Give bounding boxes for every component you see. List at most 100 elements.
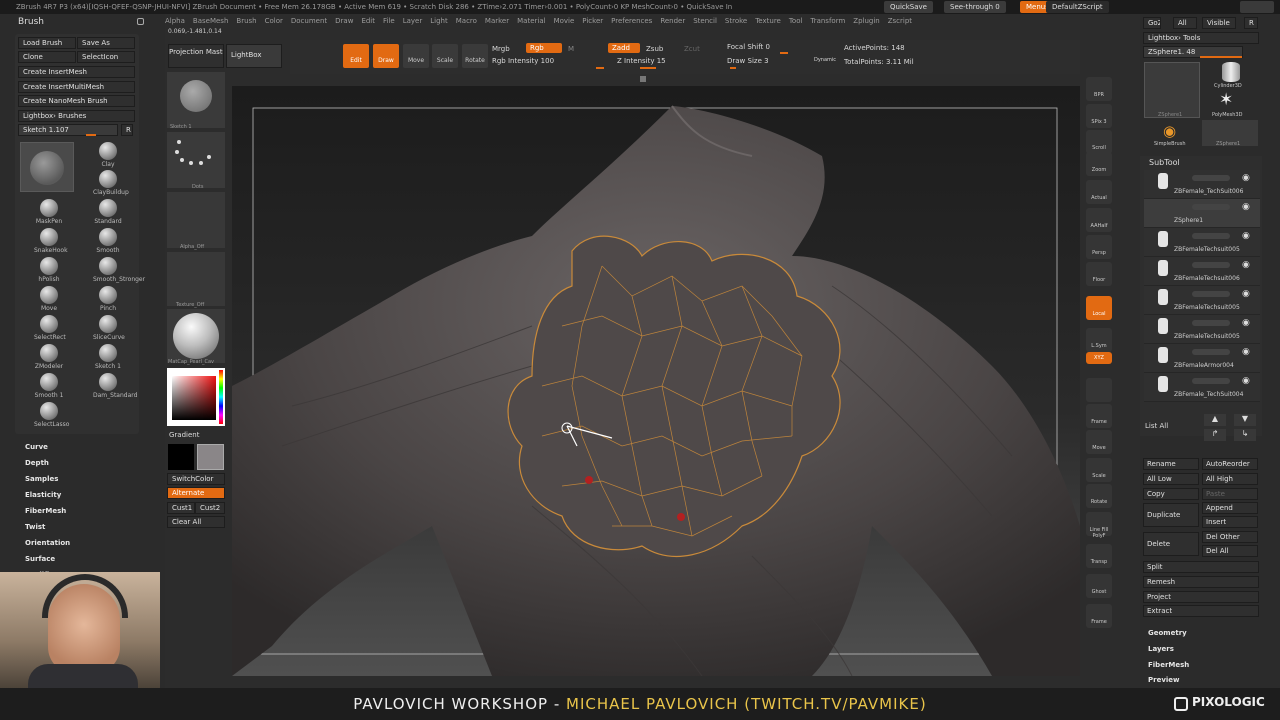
menu-draw[interactable]: Draw xyxy=(335,17,353,25)
clone-button[interactable]: Clone xyxy=(18,51,76,63)
menu-preferences[interactable]: Preferences xyxy=(611,17,652,25)
del-other-button[interactable]: Del Other xyxy=(1202,531,1258,543)
default-zscript-button[interactable]: DefaultZScript xyxy=(1046,1,1109,13)
menu-movie[interactable]: Movie xyxy=(554,17,575,25)
copy-button[interactable]: Copy xyxy=(1143,488,1199,500)
brush-hpolish[interactable]: hPolish xyxy=(34,257,64,283)
menu-color[interactable]: Color xyxy=(265,17,283,25)
insert-button[interactable]: Insert xyxy=(1202,516,1258,528)
create-insertmesh-button[interactable]: Create InsertMesh xyxy=(18,66,135,78)
visibility-eye-icon[interactable]: ◉ xyxy=(1242,289,1250,299)
project-menu[interactable]: Project xyxy=(1143,591,1259,603)
visibility-eye-icon[interactable]: ◉ xyxy=(1242,260,1250,270)
all-low-button[interactable]: All Low xyxy=(1143,473,1199,485)
subtool-item[interactable]: ◉ ZBFemale_TechSuit004 xyxy=(1144,373,1260,402)
shelf-sym-toggle[interactable] xyxy=(1086,378,1112,402)
brush-selectrect[interactable]: SelectRect xyxy=(34,315,66,341)
menu-texture[interactable]: Texture xyxy=(755,17,781,25)
preview-menu[interactable]: Preview xyxy=(1148,676,1180,684)
all-high-button[interactable]: All High xyxy=(1202,473,1258,485)
append-button[interactable]: Append xyxy=(1202,502,1258,514)
shelf-spix-3[interactable]: SPix 3 xyxy=(1086,104,1112,128)
projection-master-button[interactable]: Projection Master xyxy=(168,44,224,68)
menu-picker[interactable]: Picker xyxy=(582,17,603,25)
shelf-transp[interactable]: Transp xyxy=(1086,544,1112,568)
polymesh-star-icon[interactable]: ✶ xyxy=(1219,90,1233,110)
duplicate-button[interactable]: Duplicate xyxy=(1143,503,1199,527)
move-down-icon[interactable]: ▼ xyxy=(1234,414,1256,426)
subtool-item[interactable]: ◉ ZBFemaleTechsuit005 xyxy=(1144,228,1260,257)
draw-size-slider[interactable]: Draw Size 3 xyxy=(727,57,769,65)
subtool-item[interactable]: ◉ ZBFemale_TechSuit006 xyxy=(1144,170,1260,199)
menu-depth[interactable]: Depth xyxy=(25,459,49,467)
menu-tool[interactable]: Tool xyxy=(789,17,803,25)
shelf-local[interactable]: Local xyxy=(1086,296,1112,320)
shelf-bpr[interactable]: BPR xyxy=(1086,77,1112,101)
subtool-item[interactable]: ◉ ZBFemaleArmor004 xyxy=(1144,344,1260,373)
dynamic-toggle[interactable]: Dynamic xyxy=(814,57,836,63)
brush-smooth[interactable]: Smooth xyxy=(93,228,123,254)
color-picker-square[interactable] xyxy=(172,376,216,420)
shelf-xyz[interactable]: XYZ xyxy=(1086,352,1112,364)
secondary-color-swatch[interactable] xyxy=(197,444,224,470)
zcut-button[interactable]: Zcut xyxy=(684,45,700,53)
menu-surface[interactable]: Surface xyxy=(25,555,55,563)
lightbox-tools-button[interactable]: Lightbox› Tools xyxy=(1143,32,1259,44)
shelf-persp[interactable]: Persp xyxy=(1086,235,1112,259)
geometry-menu[interactable]: Geometry xyxy=(1148,629,1187,637)
brush-claybuildup[interactable]: ClayBuildup xyxy=(93,170,129,196)
menu-stencil[interactable]: Stencil xyxy=(693,17,717,25)
alternate-button[interactable]: Alternate xyxy=(167,487,225,499)
scale-mode-button[interactable]: Scale xyxy=(432,44,458,68)
visibility-eye-icon[interactable]: ◉ xyxy=(1242,318,1250,328)
shelf-aahalf[interactable]: AAHalf xyxy=(1086,208,1112,232)
visibility-eye-icon[interactable]: ◉ xyxy=(1242,231,1250,241)
menu-brush[interactable]: Brush xyxy=(236,17,256,25)
window-controls[interactable] xyxy=(1240,1,1274,13)
menu-fibermesh[interactable]: FiberMesh xyxy=(25,507,66,515)
menu-zplugin[interactable]: Zplugin xyxy=(853,17,879,25)
menu-stroke[interactable]: Stroke xyxy=(725,17,747,25)
menu-orientation[interactable]: Orientation xyxy=(25,539,70,547)
brush-pinch[interactable]: Pinch xyxy=(93,286,123,312)
shelf-floor[interactable]: Floor xyxy=(1086,262,1112,286)
m-button[interactable]: M xyxy=(568,45,574,53)
hue-strip[interactable] xyxy=(219,370,223,424)
layers-menu[interactable]: Layers xyxy=(1148,645,1174,653)
simplebrush-icon[interactable]: ◉ xyxy=(1163,122,1176,140)
shelf-ghost[interactable]: Ghost xyxy=(1086,574,1112,598)
brush-slicecurve[interactable]: SliceCurve xyxy=(93,315,125,341)
shelf-zoom[interactable]: Zoom xyxy=(1086,152,1112,176)
shelf-move[interactable]: Move xyxy=(1086,430,1112,454)
goz-all-button[interactable]: All xyxy=(1173,17,1197,29)
subtool-toggles[interactable] xyxy=(1192,262,1230,268)
goz-r-button[interactable]: R xyxy=(1244,17,1258,29)
menu-marker[interactable]: Marker xyxy=(485,17,509,25)
zadd-button[interactable]: Zadd xyxy=(608,43,640,53)
menu-light[interactable]: Light xyxy=(430,17,447,25)
menu-file[interactable]: File xyxy=(383,17,395,25)
fibermesh-menu[interactable]: FiberMesh xyxy=(1148,661,1189,669)
create-insertmultimesh-button[interactable]: Create InsertMultiMesh xyxy=(18,81,135,93)
move-top-icon[interactable]: ↱ xyxy=(1204,429,1226,441)
extract-menu[interactable]: Extract xyxy=(1143,605,1259,617)
menu-material[interactable]: Material xyxy=(517,17,545,25)
brush-standard[interactable]: Standard xyxy=(93,199,123,225)
shelf-scale[interactable]: Scale xyxy=(1086,458,1112,482)
cust2-button[interactable]: Cust2 xyxy=(195,502,225,514)
brush-sketch-1[interactable]: Sketch 1 xyxy=(93,344,123,370)
menu-edit[interactable]: Edit xyxy=(361,17,375,25)
cylinder-icon[interactable] xyxy=(1222,62,1240,82)
brush-smooth-1[interactable]: Smooth 1 xyxy=(34,373,64,399)
canvas-scroll-handle[interactable] xyxy=(640,76,646,82)
subtool-toggles[interactable] xyxy=(1192,233,1230,239)
gradient-label[interactable]: Gradient xyxy=(169,431,199,439)
focal-shift-slider[interactable]: Focal Shift 0 xyxy=(727,43,770,51)
main-color-swatch[interactable] xyxy=(168,444,194,470)
brush-dam-standard[interactable]: Dam_Standard xyxy=(93,373,137,399)
subtool-item[interactable]: ◉ ZSphere1 xyxy=(1144,199,1260,228)
menu-transform[interactable]: Transform xyxy=(810,17,845,25)
stroke-selector[interactable] xyxy=(167,132,225,188)
visibility-eye-icon[interactable]: ◉ xyxy=(1242,347,1250,357)
menu-elasticity[interactable]: Elasticity xyxy=(25,491,61,499)
